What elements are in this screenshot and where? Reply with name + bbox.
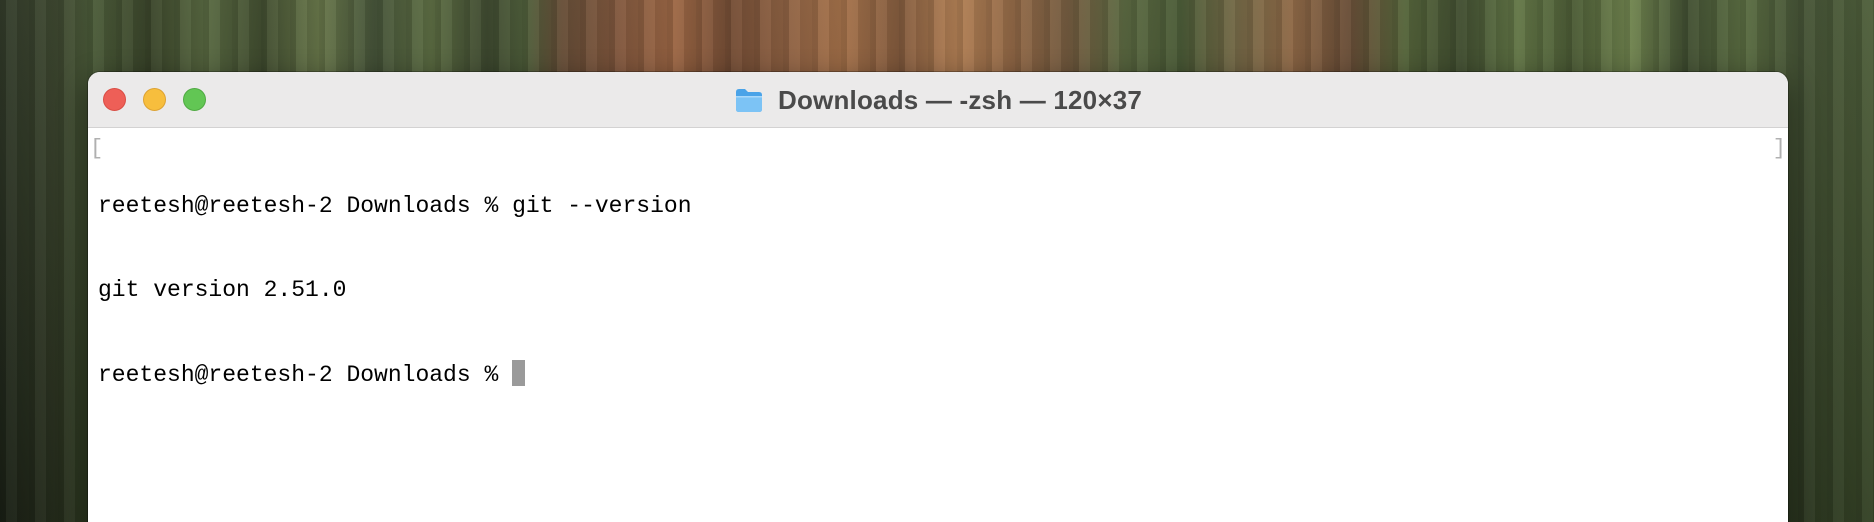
folder-icon <box>734 87 764 113</box>
window-title: Downloads — -zsh — 120×37 <box>777 84 1143 115</box>
window-titlebar[interactable]: Downloads — -zsh — 120×37 <box>88 72 1788 128</box>
terminal-prompt: reetesh@reetesh-2 Downloads % <box>98 362 513 388</box>
terminal-cursor <box>512 360 526 386</box>
mark-bracket-left: [ <box>90 136 104 161</box>
terminal-line: git version 2.51.0 <box>98 277 347 303</box>
terminal-output[interactable]: reetesh@reetesh-2 Downloads % git --vers… <box>88 128 1788 444</box>
terminal-line: reetesh@reetesh-2 Downloads % git --vers… <box>98 193 692 219</box>
window-title-area: Downloads — -zsh — 120×37 <box>88 72 1788 128</box>
terminal-window[interactable]: Downloads — -zsh — 120×37 reetesh@reetes… <box>88 72 1788 522</box>
mark-bracket-right: ] <box>1772 136 1786 161</box>
terminal-prompt-line[interactable]: reetesh@reetesh-2 Downloads % <box>98 360 1788 388</box>
